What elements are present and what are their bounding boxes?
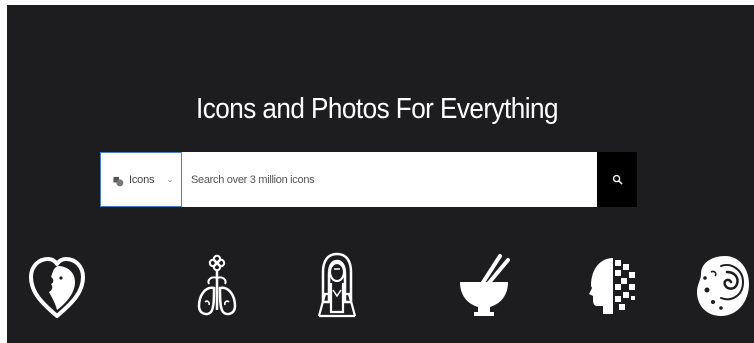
search-input[interactable] — [182, 152, 597, 207]
shapes-icon — [113, 174, 124, 187]
woman-figure-icon[interactable] — [305, 250, 369, 322]
bowl-chopsticks-icon[interactable] — [452, 250, 516, 322]
organic-cell-icon[interactable] — [691, 250, 754, 322]
pixelated-head-icon[interactable] — [579, 250, 643, 322]
search-type-label: Icons — [129, 173, 155, 186]
hero-title: Icons and Photos For Everything — [196, 93, 558, 125]
search-type-selector[interactable]: Icons ⌄ — [100, 152, 182, 207]
lungs-flower-icon[interactable] — [185, 250, 249, 322]
search-bar: Icons ⌄ — [100, 152, 637, 207]
chevron-down-icon: ⌄ — [166, 174, 174, 184]
search-button[interactable] — [597, 152, 637, 207]
hero-section: Icons and Photos For Everything Icons ⌄ — [7, 5, 754, 343]
search-icon — [612, 174, 623, 185]
showcase-icons-row — [7, 250, 754, 330]
heart-face-icon[interactable] — [25, 250, 89, 322]
